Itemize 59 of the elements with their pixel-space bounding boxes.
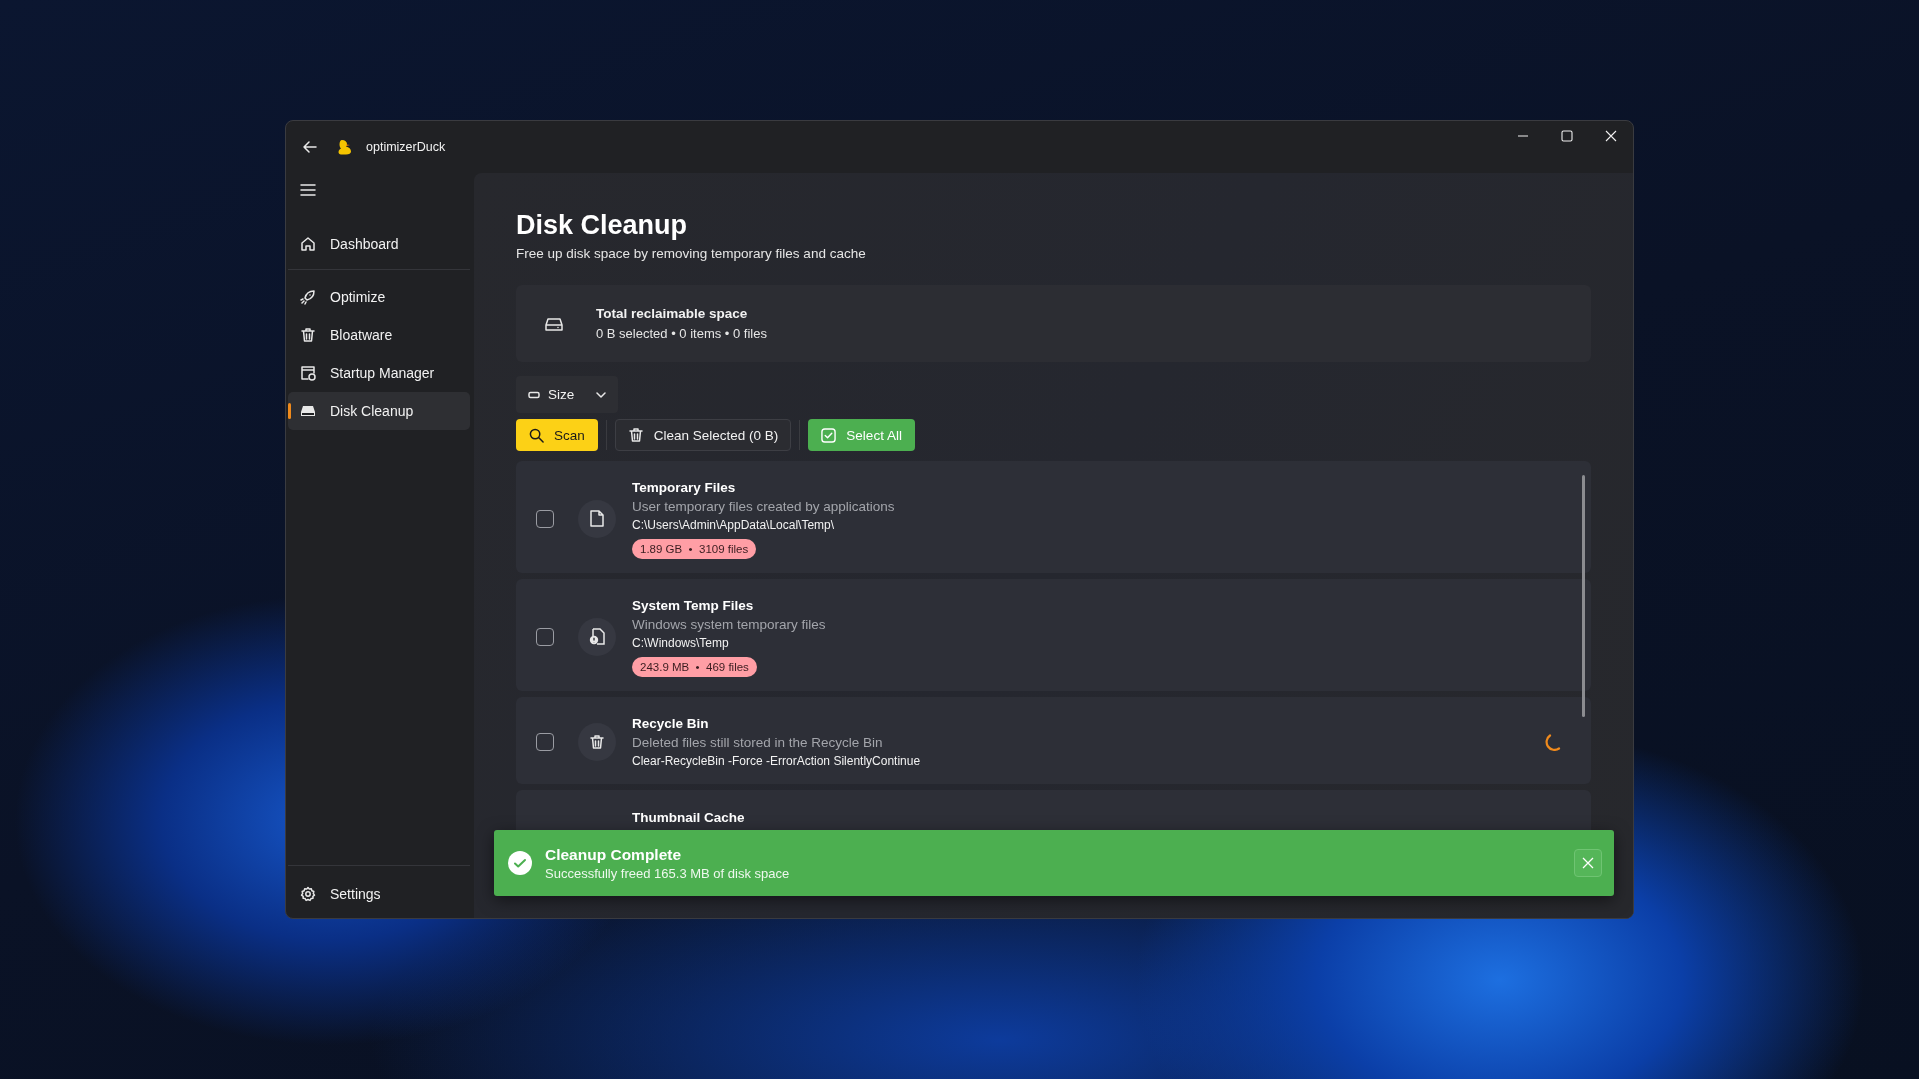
- item-title: Temporary Files: [632, 479, 736, 497]
- search-icon: [529, 427, 544, 443]
- window-clock-icon: [300, 365, 316, 381]
- cleanup-item-card[interactable]: System Temp Files Windows system temporary files C:\Windows\Temp 243.9 MB • 469 files: [516, 579, 1591, 691]
- item-title: System Temp Files: [632, 597, 754, 615]
- summary-title: Total reclaimable space: [596, 304, 748, 323]
- sort-dropdown[interactable]: Size: [516, 376, 619, 413]
- toast-title: Cleanup Complete: [545, 844, 682, 865]
- checkbox[interactable]: [536, 627, 554, 646]
- trash-icon: [627, 427, 644, 443]
- size-badge: 1.89 GB • 3109 files: [632, 539, 757, 559]
- chevron-down-icon: [596, 391, 607, 398]
- duck-logo-icon: [338, 139, 352, 155]
- close-icon: [1582, 857, 1594, 869]
- page-title: Disk Cleanup: [516, 209, 688, 242]
- file-alert-icon: [589, 628, 605, 645]
- maximize-icon[interactable]: [1561, 130, 1573, 142]
- item-title: Thumbnail Cache: [632, 808, 745, 827]
- item-path: Clear-RecycleBin -Force -ErrorAction SilentlyContinue: [632, 753, 921, 770]
- clean-selected-button[interactable]: Clean Selected (0 B): [614, 419, 792, 451]
- page-subtitle: Free up disk space by removing temporary files and cache: [516, 246, 866, 261]
- settings-icon: [300, 886, 316, 902]
- size-icon: [528, 390, 540, 399]
- size-badge: 243.9 MB • 469 files: [632, 657, 757, 677]
- hard-drive-icon: [544, 315, 564, 332]
- checkbox-icon: [821, 427, 837, 443]
- scan-button[interactable]: Scan: [516, 419, 598, 451]
- active-indicator: [288, 403, 291, 419]
- settings-nav-item[interactable]: Settings: [288, 874, 470, 914]
- trash-icon: [589, 734, 605, 750]
- rocket-icon: [300, 289, 316, 305]
- back-arrow-icon[interactable]: [302, 139, 318, 155]
- cleanup-item-card[interactable]: Recycle Bin Deleted files still stored in the Recycle Bin Clear-RecycleBin -Force -ErrorAction SilentlyContinue: [516, 697, 1591, 784]
- cleanup-item-card[interactable]: Temporary Files User temporary files created by applications C:\Users\Admin\AppData\Local\Temp\ 1.89 GB • 3109 files: [516, 461, 1591, 573]
- sidebar-item[interactable]: Disk Cleanup: [288, 392, 470, 430]
- item-title: Recycle Bin: [632, 715, 709, 733]
- success-check-icon: [508, 851, 532, 875]
- summary-detail: 0 B selected • 0 items • 0 files: [596, 324, 767, 343]
- home-icon: [300, 236, 316, 252]
- sidebar-item[interactable]: Bloatware: [288, 316, 470, 354]
- sidebar-item[interactable]: Startup Manager: [288, 354, 470, 392]
- window-title: optimizerDuck: [366, 140, 446, 154]
- item-description: Windows system temporary files: [632, 616, 826, 634]
- sidebar-item[interactable]: Dashboard: [288, 225, 470, 263]
- item-path: C:\Users\Admin\AppData\Local\Temp\: [632, 517, 835, 534]
- checkbox[interactable]: [536, 509, 554, 528]
- file-icon: [590, 510, 604, 527]
- toast-message: Successfully freed 165.3 MB of disk space: [545, 864, 790, 882]
- checkbox[interactable]: [536, 733, 554, 751]
- item-description: User temporary files created by applications: [632, 498, 895, 516]
- drive-icon: [300, 403, 316, 419]
- close-button[interactable]: [1574, 849, 1602, 877]
- sidebar-item[interactable]: Optimize: [288, 278, 470, 316]
- item-description: Deleted files still stored in the Recycle Bin: [632, 734, 883, 752]
- trash-icon: [300, 327, 316, 343]
- menu-icon[interactable]: [300, 183, 316, 197]
- close-icon[interactable]: [1605, 130, 1617, 142]
- item-path: C:\Windows\Temp: [632, 635, 729, 652]
- scrollbar[interactable]: [1582, 475, 1585, 717]
